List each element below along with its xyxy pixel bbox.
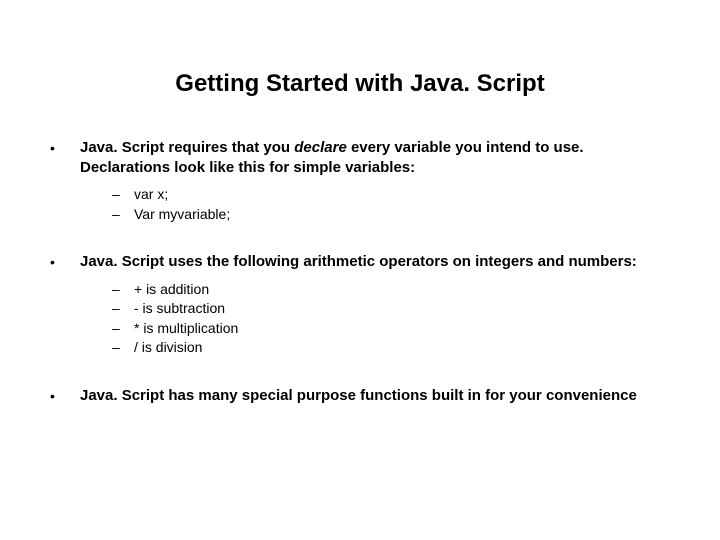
sub-item: – Var myvariable;	[112, 205, 670, 225]
bullet-marker: •	[50, 386, 80, 406]
bullet-text-pre: Java. Script has many special purpose fu…	[80, 387, 637, 404]
sub-text: Var myvariable;	[134, 205, 230, 225]
sub-marker: –	[112, 280, 134, 300]
bullet-item: • Java. Script requires that you declare…	[50, 138, 670, 177]
bullet-text-pre: Java. Script requires that you	[80, 139, 294, 156]
sub-text: var x;	[134, 185, 168, 205]
bullet-section-1: • Java. Script requires that you declare…	[50, 138, 670, 224]
bullet-text: Java. Script requires that you declare e…	[80, 138, 670, 177]
bullet-text-italic: declare	[294, 139, 347, 156]
sub-item: – * is multiplication	[112, 319, 670, 339]
sub-item: – var x;	[112, 185, 670, 205]
sub-marker: –	[112, 185, 134, 205]
bullet-item: • Java. Script uses the following arithm…	[50, 252, 670, 272]
bullet-section-2: • Java. Script uses the following arithm…	[50, 252, 670, 358]
sub-list: – var x; – Var myvariable;	[112, 185, 670, 224]
sub-marker: –	[112, 299, 134, 319]
bullet-marker: •	[50, 138, 80, 177]
sub-item: – - is subtraction	[112, 299, 670, 319]
bullet-section-3: • Java. Script has many special purpose …	[50, 386, 670, 406]
sub-text: + is addition	[134, 280, 209, 300]
sub-text: - is subtraction	[134, 299, 225, 319]
bullet-item: • Java. Script has many special purpose …	[50, 386, 670, 406]
sub-item: – / is division	[112, 338, 670, 358]
sub-item: – + is addition	[112, 280, 670, 300]
sub-marker: –	[112, 319, 134, 339]
bullet-marker: •	[50, 252, 80, 272]
sub-marker: –	[112, 205, 134, 225]
bullet-text: Java. Script uses the following arithmet…	[80, 252, 670, 272]
sub-text: / is division	[134, 338, 202, 358]
sub-list: – + is addition – - is subtraction – * i…	[112, 280, 670, 358]
sub-text: * is multiplication	[134, 319, 238, 339]
slide-title: Getting Started with Java. Script	[50, 70, 670, 98]
bullet-text: Java. Script has many special purpose fu…	[80, 386, 670, 406]
bullet-text-pre: Java. Script uses the following arithmet…	[80, 253, 637, 270]
sub-marker: –	[112, 338, 134, 358]
